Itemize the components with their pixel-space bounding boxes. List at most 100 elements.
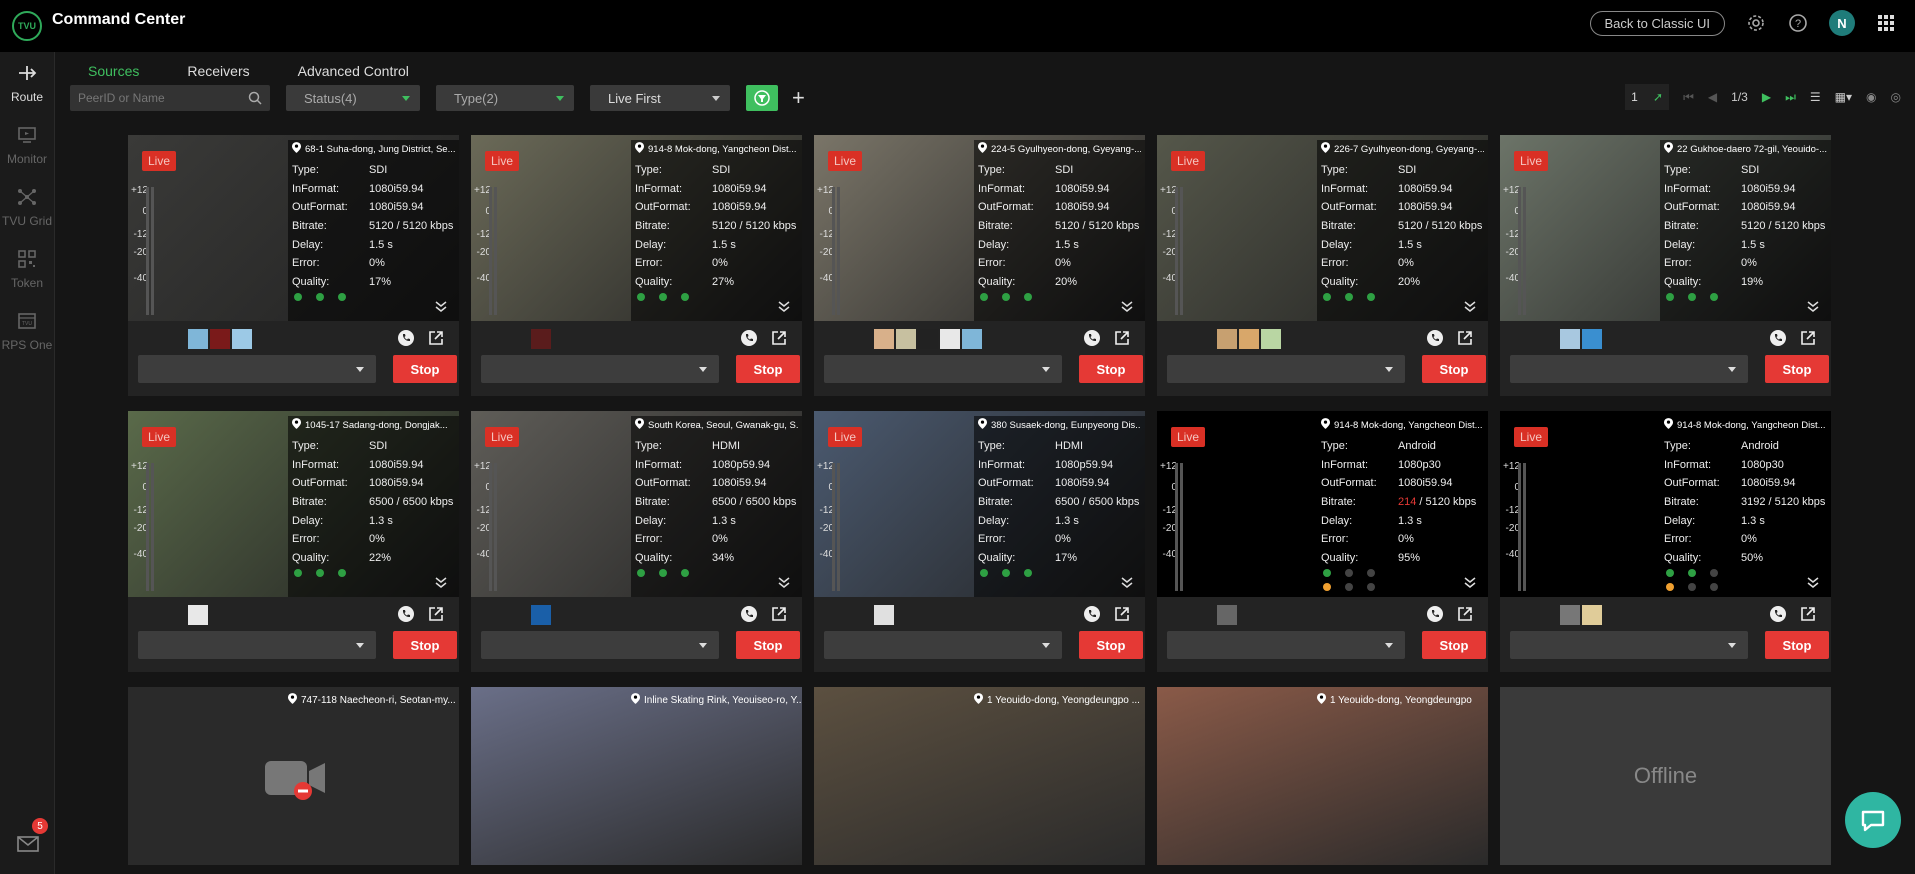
sidebar-item-rps-one[interactable]: TVU RPS One bbox=[0, 300, 54, 362]
next-page-icon[interactable]: ▶ bbox=[1762, 90, 1771, 104]
stop-button[interactable]: Stop bbox=[393, 631, 457, 659]
stop-button[interactable]: Stop bbox=[1079, 631, 1143, 659]
status-filter-dropdown[interactable]: Status(4) bbox=[286, 85, 420, 111]
phone-icon[interactable] bbox=[740, 329, 758, 347]
receiver-select-dropdown[interactable] bbox=[824, 355, 1062, 383]
stop-button[interactable]: Stop bbox=[393, 355, 457, 383]
back-to-classic-button[interactable]: Back to Classic UI bbox=[1589, 10, 1725, 36]
source-card[interactable]: 747-118 Naecheon-ri, Seotan-my... bbox=[128, 687, 459, 865]
receiver-select-dropdown[interactable] bbox=[1167, 631, 1405, 659]
sidebar-item-route[interactable]: Route bbox=[0, 52, 54, 114]
expand-chevron-icon[interactable] bbox=[778, 299, 790, 315]
receiver-select-dropdown[interactable] bbox=[1510, 631, 1748, 659]
phone-icon[interactable] bbox=[1426, 605, 1444, 623]
stop-button[interactable]: Stop bbox=[736, 355, 800, 383]
expand-chevron-icon[interactable] bbox=[435, 299, 447, 315]
share-icon[interactable] bbox=[1799, 329, 1817, 347]
receiver-select-dropdown[interactable] bbox=[138, 631, 376, 659]
expand-chevron-icon[interactable] bbox=[1807, 575, 1819, 591]
share-icon[interactable] bbox=[427, 605, 445, 623]
phone-icon[interactable] bbox=[1426, 329, 1444, 347]
stop-button[interactable]: Stop bbox=[1422, 631, 1486, 659]
receiver-select-dropdown[interactable] bbox=[138, 355, 376, 383]
phone-icon[interactable] bbox=[397, 329, 415, 347]
video-preview[interactable]: Live+120-12-20-40914-8 Mok-dong, Yangche… bbox=[471, 135, 802, 321]
receiver-select-dropdown[interactable] bbox=[824, 631, 1062, 659]
help-icon[interactable]: ? bbox=[1787, 12, 1809, 34]
source-card[interactable]: Live+120-12-20-40224-5 Gyulhyeon-dong, G… bbox=[814, 135, 1145, 396]
video-preview[interactable]: Live+120-12-20-4022 Gukhoe-daero 72-gil,… bbox=[1500, 135, 1831, 321]
chat-support-button[interactable] bbox=[1845, 792, 1901, 848]
gear-icon[interactable] bbox=[1745, 12, 1767, 34]
receiver-select-dropdown[interactable] bbox=[481, 355, 719, 383]
target-icon[interactable]: ◎ bbox=[1891, 90, 1901, 104]
smart-filter-button[interactable] bbox=[746, 85, 778, 111]
share-icon[interactable] bbox=[770, 605, 788, 623]
video-preview[interactable]: Live+120-12-20-40224-5 Gyulhyeon-dong, G… bbox=[814, 135, 1145, 321]
phone-icon[interactable] bbox=[1769, 329, 1787, 347]
source-card[interactable]: 1 Yeouido-dong, Yeongdeungpo bbox=[1157, 687, 1488, 865]
go-arrow-icon[interactable]: ➚ bbox=[1653, 90, 1663, 104]
user-avatar[interactable]: N bbox=[1829, 10, 1855, 36]
source-card[interactable]: Live+120-12-20-40380 Susaek-dong, Eunpye… bbox=[814, 411, 1145, 672]
source-card[interactable]: Live+120-12-20-40South Korea, Seoul, Gwa… bbox=[471, 411, 802, 672]
grid-view-icon[interactable]: ▦▾ bbox=[1835, 90, 1852, 104]
location-pin-icon[interactable]: ◉ bbox=[1866, 90, 1876, 104]
stop-button[interactable]: Stop bbox=[1765, 355, 1829, 383]
video-preview[interactable]: Live+120-12-20-40914-8 Mok-dong, Yangche… bbox=[1157, 411, 1488, 597]
share-icon[interactable] bbox=[1113, 605, 1131, 623]
phone-icon[interactable] bbox=[397, 605, 415, 623]
video-preview[interactable]: Live+120-12-20-40380 Susaek-dong, Eunpye… bbox=[814, 411, 1145, 597]
expand-chevron-icon[interactable] bbox=[435, 575, 447, 591]
source-card[interactable]: Inline Skating Rink, Yeouiseo-ro, Y... bbox=[471, 687, 802, 865]
source-card[interactable]: 1 Yeouido-dong, Yeongdeungpo ... bbox=[814, 687, 1145, 865]
video-preview[interactable]: Live+120-12-20-40South Korea, Seoul, Gwa… bbox=[471, 411, 802, 597]
phone-icon[interactable] bbox=[740, 605, 758, 623]
phone-icon[interactable] bbox=[1083, 605, 1101, 623]
tvu-logo[interactable]: TVU bbox=[12, 11, 42, 41]
phone-icon[interactable] bbox=[1769, 605, 1787, 623]
list-view-icon[interactable]: ☰ bbox=[1810, 90, 1821, 104]
share-icon[interactable] bbox=[1456, 605, 1474, 623]
sidebar-item-tvu-grid[interactable]: TVU Grid bbox=[0, 176, 54, 238]
video-preview[interactable]: Live+120-12-20-4068-1 Suha-dong, Jung Di… bbox=[128, 135, 459, 321]
prev-page-icon[interactable]: ◀ bbox=[1708, 90, 1717, 104]
receiver-select-dropdown[interactable] bbox=[1510, 355, 1748, 383]
last-page-icon[interactable]: ⏭ bbox=[1785, 90, 1796, 105]
mail-icon[interactable] bbox=[16, 834, 40, 854]
receiver-select-dropdown[interactable] bbox=[1167, 355, 1405, 383]
source-card[interactable]: Live+120-12-20-4022 Gukhoe-daero 72-gil,… bbox=[1500, 135, 1831, 396]
expand-chevron-icon[interactable] bbox=[1464, 299, 1476, 315]
source-card[interactable]: Live+120-12-20-40226-7 Gyulhyeon-dong, G… bbox=[1157, 135, 1488, 396]
share-icon[interactable] bbox=[1456, 329, 1474, 347]
stop-button[interactable]: Stop bbox=[736, 631, 800, 659]
apps-grid-icon[interactable] bbox=[1875, 12, 1897, 34]
sort-dropdown[interactable]: Live First bbox=[590, 85, 730, 111]
page-jump-input[interactable]: 1 ➚ bbox=[1625, 84, 1670, 110]
expand-chevron-icon[interactable] bbox=[1121, 575, 1133, 591]
share-icon[interactable] bbox=[1799, 605, 1817, 623]
share-icon[interactable] bbox=[427, 329, 445, 347]
search-input[interactable]: PeerID or Name bbox=[70, 85, 270, 111]
video-preview[interactable]: Live+120-12-20-40914-8 Mok-dong, Yangche… bbox=[1500, 411, 1831, 597]
share-icon[interactable] bbox=[770, 329, 788, 347]
phone-icon[interactable] bbox=[1083, 329, 1101, 347]
share-icon[interactable] bbox=[1113, 329, 1131, 347]
expand-chevron-icon[interactable] bbox=[778, 575, 790, 591]
sidebar-item-monitor[interactable]: Monitor bbox=[0, 114, 54, 176]
source-card[interactable]: Live+120-12-20-40914-8 Mok-dong, Yangche… bbox=[1157, 411, 1488, 672]
sidebar-item-token[interactable]: Token bbox=[0, 238, 54, 300]
first-page-icon[interactable]: ⏮ bbox=[1683, 90, 1694, 105]
type-filter-dropdown[interactable]: Type(2) bbox=[436, 85, 574, 111]
video-preview[interactable]: Live+120-12-20-40226-7 Gyulhyeon-dong, G… bbox=[1157, 135, 1488, 321]
source-card[interactable]: Live+120-12-20-40914-8 Mok-dong, Yangche… bbox=[1500, 411, 1831, 672]
stop-button[interactable]: Stop bbox=[1079, 355, 1143, 383]
expand-chevron-icon[interactable] bbox=[1121, 299, 1133, 315]
video-preview[interactable]: Live+120-12-20-401045-17 Sadang-dong, Do… bbox=[128, 411, 459, 597]
stop-button[interactable]: Stop bbox=[1765, 631, 1829, 659]
expand-chevron-icon[interactable] bbox=[1464, 575, 1476, 591]
source-card[interactable]: Offline bbox=[1500, 687, 1831, 865]
stop-button[interactable]: Stop bbox=[1422, 355, 1486, 383]
receiver-select-dropdown[interactable] bbox=[481, 631, 719, 659]
add-icon[interactable]: + bbox=[792, 85, 805, 111]
